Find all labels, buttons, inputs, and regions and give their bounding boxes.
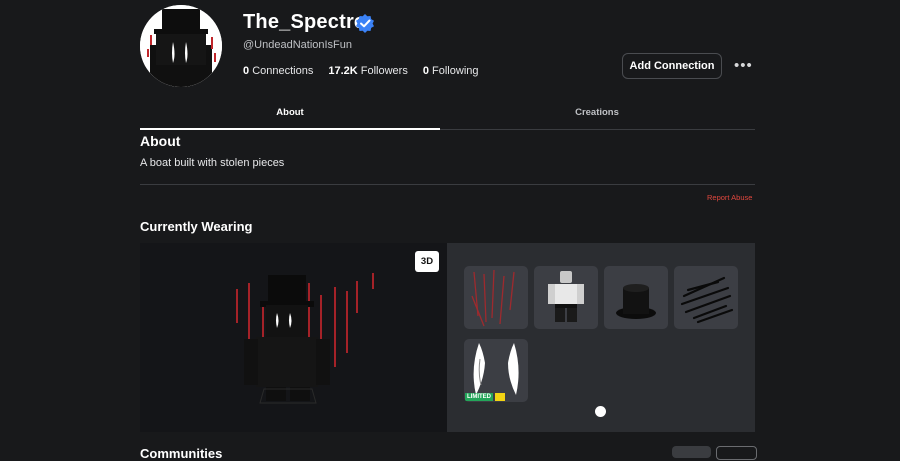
communities-heading: Communities (140, 446, 223, 461)
view-3d-toggle-button[interactable]: 3D (415, 251, 439, 272)
add-connection-button[interactable]: Add Connection (622, 53, 722, 79)
tab-about[interactable]: About (140, 107, 440, 118)
report-abuse-link[interactable]: Report Abuse (707, 193, 752, 202)
wearing-item-black-spikes[interactable] (674, 266, 738, 329)
active-tab-indicator (140, 128, 440, 130)
profile-stats: 0 Connections 17.2K Followers 0 Followin… (243, 65, 479, 77)
about-description: A boat built with stolen pieces (140, 157, 285, 169)
communities-view-toggle-grid[interactable] (672, 446, 711, 458)
classic-avatar-thumbnail-icon (548, 271, 584, 322)
stat-followers[interactable]: 17.2K Followers (328, 65, 408, 77)
wearing-items-grid: LIMITED (447, 243, 755, 432)
limited-badge: LIMITED (465, 393, 493, 401)
wearing-item-red-slash[interactable] (464, 266, 528, 329)
wearing-item-classic[interactable] (534, 266, 598, 329)
top-hat-thumbnail-icon (616, 284, 656, 319)
profile-handle: @UndeadNationIsFun (243, 39, 353, 51)
wearing-item-white-eyes[interactable]: LIMITED (464, 339, 528, 402)
black-spikes-thumbnail-icon (680, 276, 734, 324)
avatar-render (236, 273, 374, 404)
about-heading: About (140, 133, 181, 149)
more-options-icon[interactable]: ••• (734, 57, 753, 74)
profile-avatar (140, 5, 222, 87)
communities-view-toggle-list[interactable] (716, 446, 757, 460)
stat-following[interactable]: 0 Following (423, 65, 479, 77)
red-slash-thumbnail-icon (471, 269, 515, 327)
tab-divider (440, 129, 755, 130)
stat-connections[interactable]: 0 Connections (243, 65, 313, 77)
tab-creations[interactable]: Creations (447, 107, 747, 118)
verified-badge-icon (355, 13, 375, 33)
avatar-3d-viewer[interactable] (140, 243, 447, 432)
profile-display-name: The_Spectre (243, 11, 366, 33)
currently-wearing-heading: Currently Wearing (140, 219, 253, 234)
section-divider (140, 184, 755, 185)
carousel-pager-dot[interactable] (595, 406, 606, 417)
wearing-item-top-hat[interactable] (604, 266, 668, 329)
unique-badge (495, 393, 505, 401)
